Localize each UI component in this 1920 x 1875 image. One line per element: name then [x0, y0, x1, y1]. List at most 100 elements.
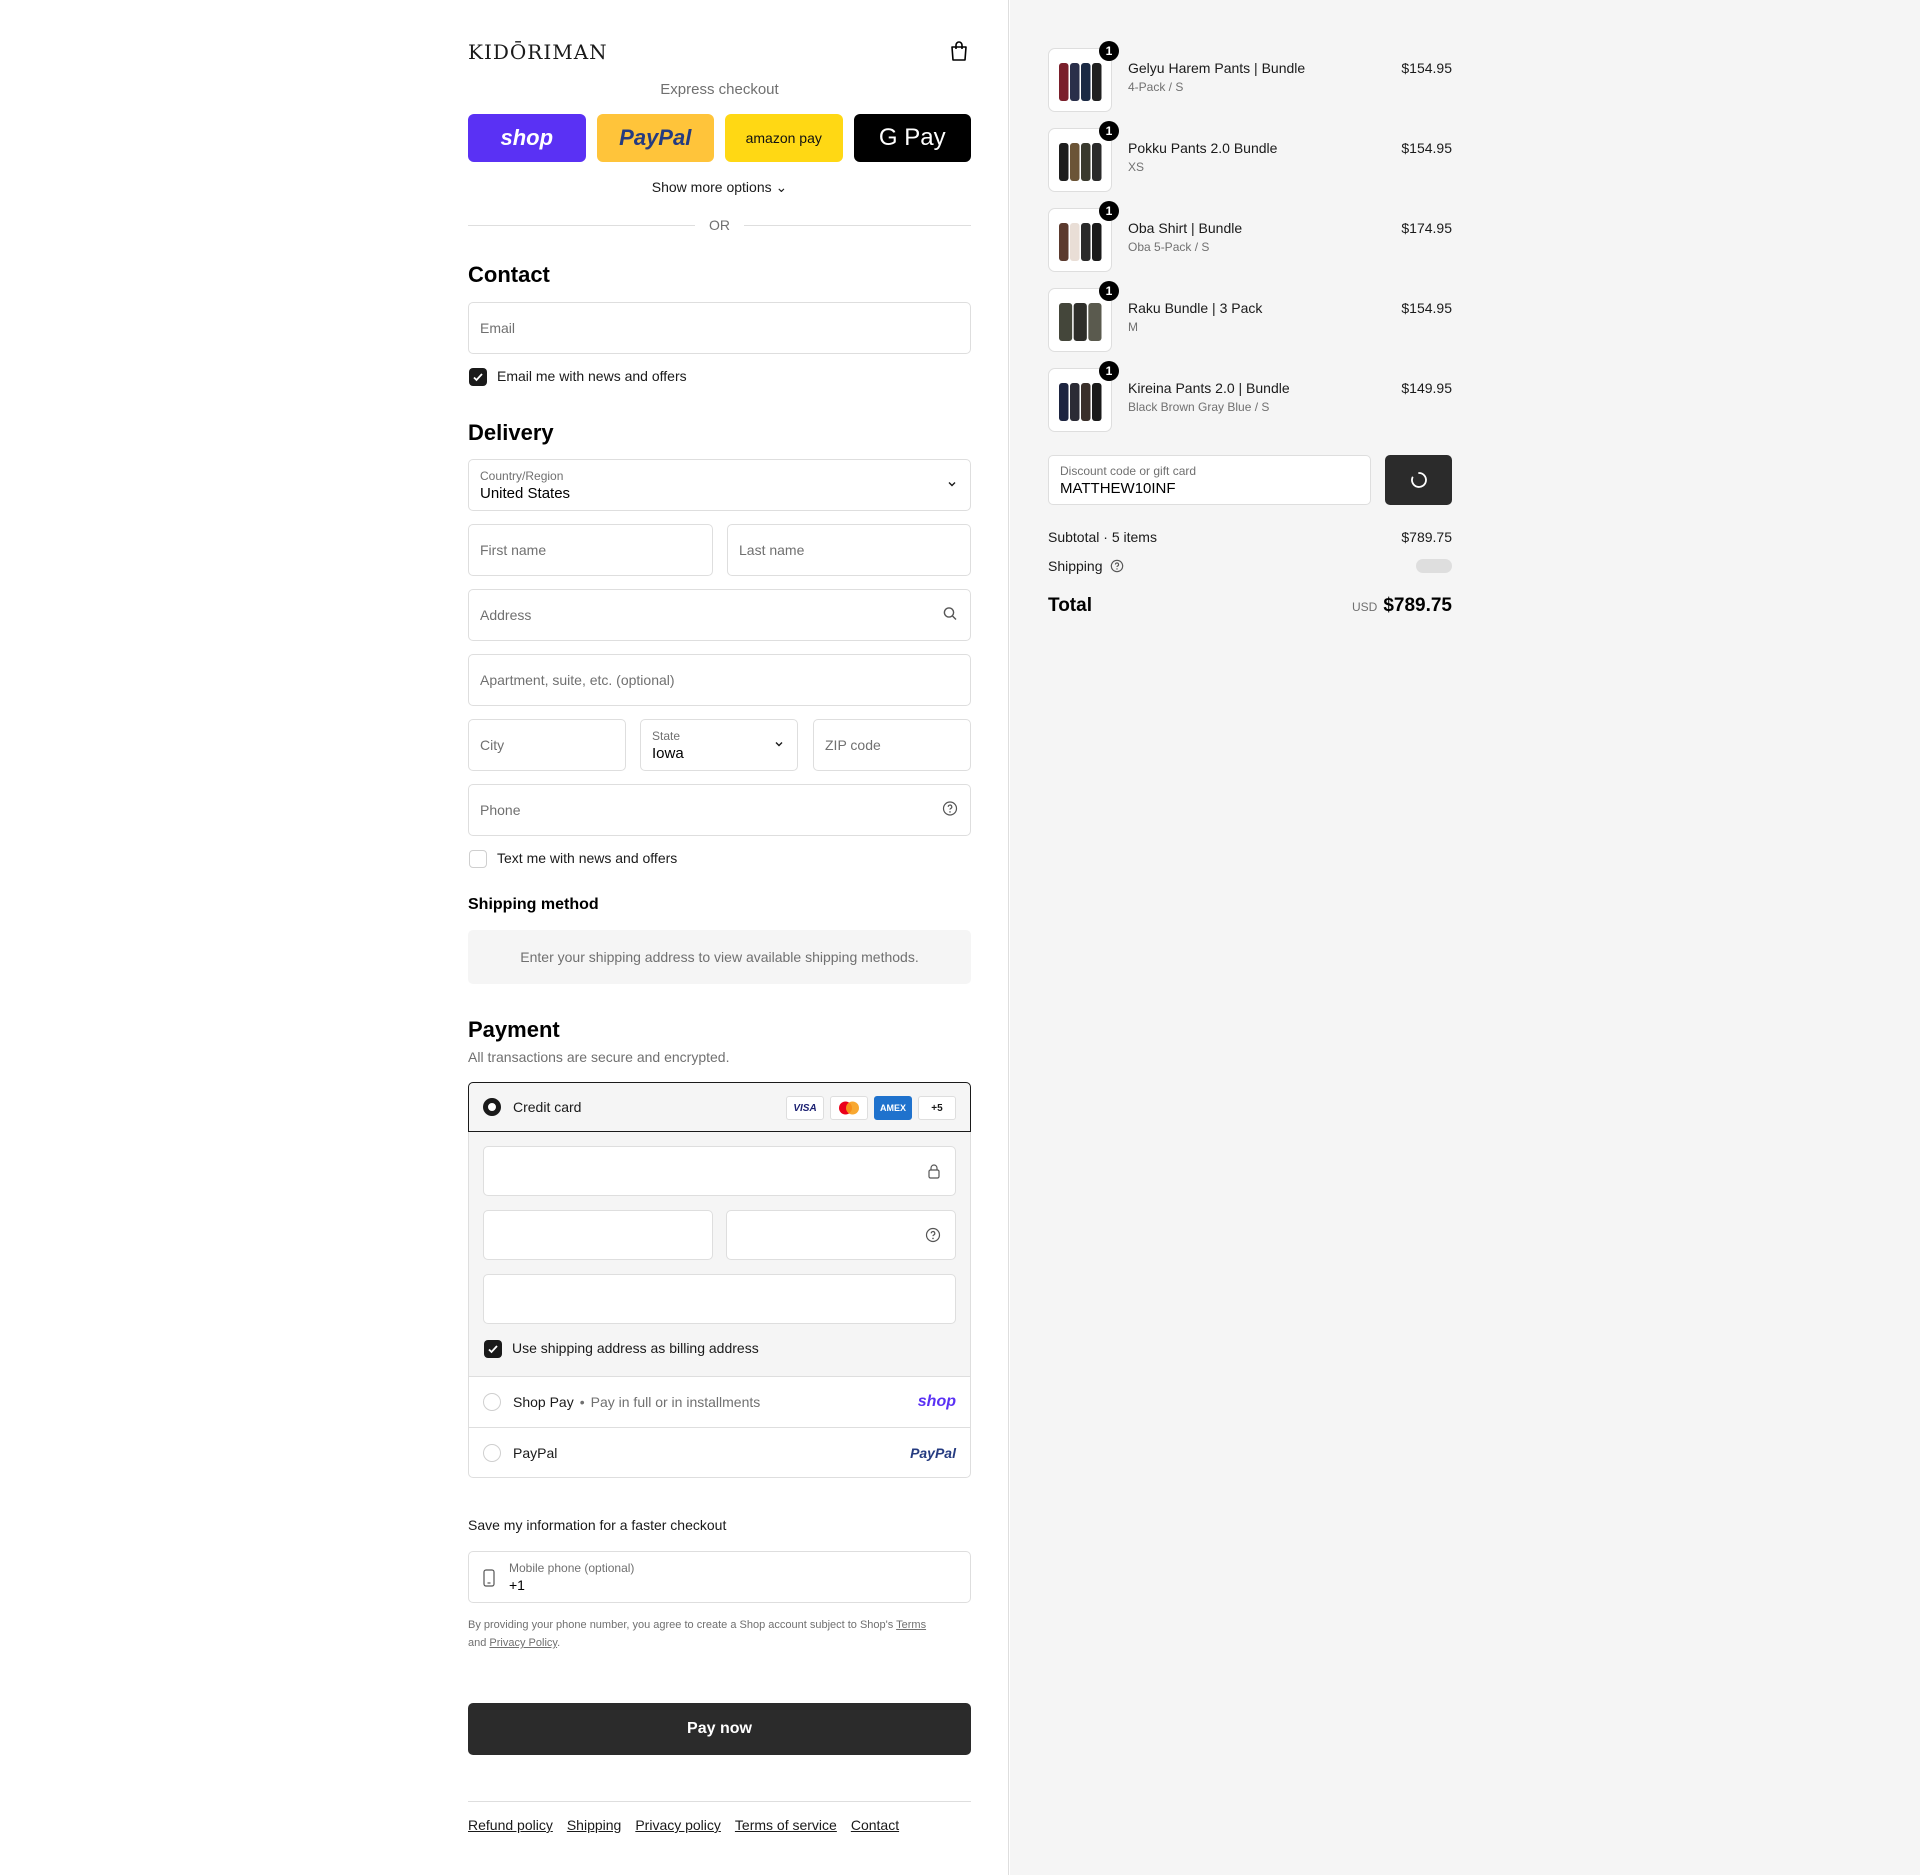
check-icon — [488, 1345, 498, 1354]
state-select[interactable]: State Iowa — [640, 719, 798, 771]
help-icon[interactable] — [942, 801, 958, 820]
zip-field[interactable]: ZIP code — [813, 719, 971, 771]
visa-icon: VISA — [786, 1096, 824, 1120]
google-pay-logo: G Pay — [878, 124, 946, 151]
show-more-options-link[interactable]: Show more options ⌄ — [468, 179, 971, 196]
terms-link[interactable]: Terms — [896, 1619, 926, 1631]
terms-of-service-link[interactable]: Terms of service — [735, 1817, 837, 1833]
name-on-card-field[interactable] — [483, 1274, 956, 1324]
security-code-field[interactable] — [726, 1210, 956, 1260]
product-thumbnail: 1 — [1048, 361, 1119, 432]
mobile-phone-label: Mobile phone (optional) — [509, 1561, 635, 1575]
product-name: Kireina Pants 2.0 | Bundle — [1128, 380, 1290, 396]
state-label: State — [652, 728, 681, 743]
first-name-field[interactable]: First name — [468, 524, 713, 576]
mobile-phone-value: +1 — [509, 1577, 525, 1593]
country-select[interactable]: Country/Region United States — [468, 459, 971, 511]
zip-placeholder: ZIP code — [825, 737, 881, 753]
period-text: . — [557, 1637, 561, 1649]
help-icon[interactable] — [925, 1227, 941, 1248]
shop-pay-option[interactable]: Shop Pay • Pay in full or in installment… — [469, 1377, 970, 1427]
show-more-label: Show more options — [651, 179, 772, 195]
amazon-pay-button[interactable]: amazon pay — [725, 114, 843, 162]
expiration-field[interactable] — [483, 1210, 713, 1260]
paypal-button[interactable]: PayPal — [596, 114, 714, 162]
product-name: Oba Shirt | Bundle — [1128, 220, 1243, 236]
shop-pay-logo: shop — [500, 125, 554, 150]
shipping-row: Shipping — [1048, 557, 1452, 574]
product-thumbnail: 1 — [1048, 281, 1119, 352]
total-amount: USD $789.75 — [1048, 595, 1452, 617]
card-number-field[interactable] — [483, 1146, 956, 1196]
address-field[interactable]: Address — [468, 589, 971, 641]
discount-value: MATTHEW10INF — [1060, 479, 1176, 497]
shipping-method-heading: Shipping method — [468, 896, 599, 913]
privacy-policy-link[interactable]: Privacy Policy — [489, 1637, 557, 1649]
discount-code-field[interactable]: Discount code or gift card MATTHEW10INF — [1048, 455, 1371, 505]
email-news-checkbox[interactable] — [469, 368, 487, 386]
payment-heading: Payment — [468, 1017, 560, 1042]
address-placeholder: Address — [480, 607, 532, 623]
payment-subtitle: All transactions are secure and encrypte… — [468, 1049, 730, 1065]
last-name-field[interactable]: Last name — [727, 524, 971, 576]
paypal-option[interactable]: PayPal PayPal — [469, 1427, 970, 1477]
product-name: Raku Bundle | 3 Pack — [1128, 300, 1263, 316]
express-checkout-label: Express checkout — [660, 81, 779, 98]
bullet-separator: • — [579, 1394, 585, 1410]
product-variant: 4-Pack / S — [1128, 80, 1184, 94]
shop-pay-button[interactable]: shop — [468, 114, 586, 162]
bag-icon[interactable] — [948, 40, 970, 62]
apartment-field[interactable]: Apartment, suite, etc. (optional) — [468, 654, 971, 706]
order-line-item: 1 Raku Bundle | 3 Pack M $154.95 — [1048, 281, 1452, 354]
store-logo[interactable]: KIDŌRIMAN — [468, 40, 608, 64]
check-icon — [473, 373, 483, 382]
quantity-badge: 1 — [1099, 201, 1119, 221]
chevron-down-icon — [946, 477, 958, 493]
contact-heading: Contact — [468, 262, 550, 287]
last-name-placeholder: Last name — [739, 542, 805, 558]
quantity-badge: 1 — [1099, 41, 1119, 61]
mobile-phone-field[interactable]: Mobile phone (optional) +1 — [468, 1551, 971, 1603]
credit-card-radio[interactable] — [483, 1098, 501, 1116]
text-news-checkbox[interactable] — [469, 850, 487, 868]
product-variant: Oba 5-Pack / S — [1128, 240, 1210, 254]
product-price: $174.95 — [1401, 220, 1452, 236]
phone-field[interactable]: Phone — [468, 784, 971, 836]
divider-line — [744, 224, 971, 226]
credit-card-label: Credit card — [513, 1099, 582, 1115]
text-news-label: Text me with news and offers — [497, 850, 678, 866]
billing-address-checkbox[interactable] — [484, 1340, 502, 1358]
paypal-radio[interactable] — [483, 1443, 501, 1462]
payment-methods: Credit card VISA AMEX +5 Use shipping ad… — [468, 1082, 971, 1478]
order-line-item: 1 Pokku Pants 2.0 Bundle XS $154.95 — [1048, 121, 1452, 194]
terms-text: By providing your phone number, you agre… — [468, 1619, 897, 1631]
phone-icon — [483, 1569, 495, 1590]
pay-now-button[interactable]: Pay now — [468, 1703, 971, 1755]
city-field[interactable]: City — [468, 719, 626, 771]
privacy-policy-link[interactable]: Privacy policy — [635, 1817, 721, 1833]
lock-icon — [927, 1163, 941, 1184]
apartment-placeholder: Apartment, suite, etc. (optional) — [480, 672, 675, 688]
country-value: United States — [480, 484, 571, 502]
contact-link[interactable]: Contact — [851, 1817, 899, 1833]
phone-placeholder: Phone — [480, 802, 521, 818]
email-news-label: Email me with news and offers — [497, 368, 687, 384]
quantity-badge: 1 — [1099, 121, 1119, 141]
billing-address-label: Use shipping address as billing address — [512, 1340, 759, 1356]
shipping-method-notice: Enter your shipping address to view avai… — [468, 930, 971, 984]
shop-terms-notice: By providing your phone number, you agre… — [468, 1616, 971, 1652]
shipping-link[interactable]: Shipping — [567, 1817, 622, 1833]
help-icon[interactable] — [1110, 559, 1124, 576]
country-label: Country/Region — [480, 468, 564, 483]
apply-discount-button[interactable] — [1385, 455, 1452, 505]
product-variant: Black Brown Gray Blue / S — [1128, 400, 1270, 414]
email-field[interactable]: Email — [468, 302, 971, 354]
product-variant: XS — [1128, 160, 1145, 174]
google-pay-button[interactable]: G Pay — [853, 114, 971, 162]
delivery-heading: Delivery — [468, 420, 554, 445]
refund-policy-link[interactable]: Refund policy — [468, 1817, 553, 1833]
shop-pay-radio[interactable] — [483, 1393, 501, 1411]
credit-card-option[interactable]: Credit card VISA AMEX +5 — [468, 1082, 971, 1132]
order-line-item: 1 Oba Shirt | Bundle Oba 5-Pack / S $174… — [1048, 201, 1452, 274]
state-value: Iowa — [652, 744, 684, 762]
